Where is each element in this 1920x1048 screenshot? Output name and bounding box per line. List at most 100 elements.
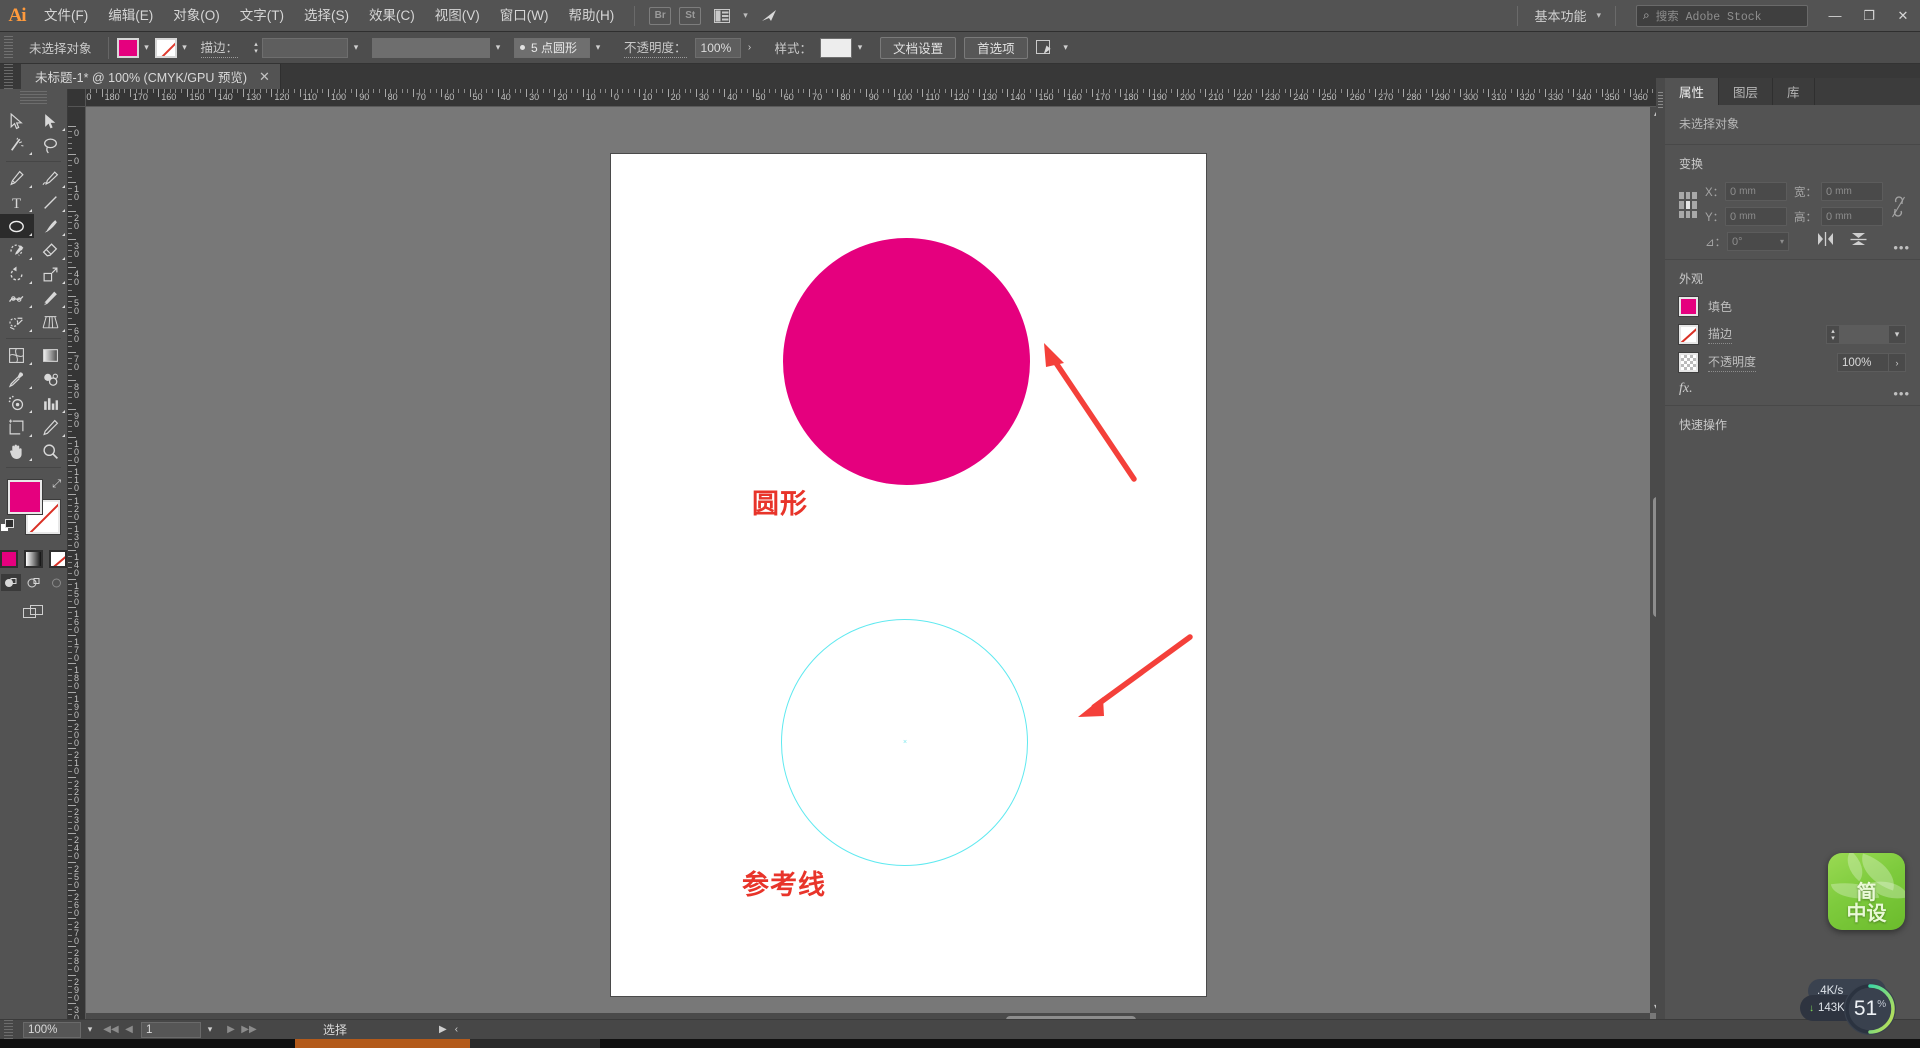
- curvature-tool[interactable]: [34, 166, 68, 190]
- fill-color-swatch[interactable]: [117, 38, 139, 58]
- stroke-dash-field[interactable]: [372, 38, 490, 58]
- artboard-chevron-down-icon[interactable]: ▾: [201, 1022, 219, 1038]
- blend-tool[interactable]: [34, 367, 68, 391]
- canvas-area[interactable]: 圆形 × 参考线 ▴ ▾ ◂ ▸: [86, 107, 1664, 1027]
- y-input[interactable]: 0 mm: [1725, 207, 1787, 226]
- direct-selection-tool[interactable]: [34, 109, 68, 133]
- illustrator-home-icon[interactable]: [756, 5, 782, 27]
- stroke-weight-field[interactable]: [262, 38, 348, 58]
- menu-view[interactable]: 视图(V): [425, 0, 490, 32]
- perspective-grid-tool[interactable]: [34, 310, 68, 334]
- taskbar-item-secondary[interactable]: [470, 1039, 600, 1048]
- tab-layers[interactable]: 图层: [1719, 78, 1773, 105]
- green-app-icon[interactable]: 简 中设: [1828, 853, 1905, 930]
- appearance-fx-button[interactable]: fx.: [1679, 381, 1906, 397]
- gradient-swatch-button[interactable]: [24, 550, 42, 568]
- flip-vertical-icon[interactable]: [1850, 232, 1867, 251]
- shape-builder-tool[interactable]: [0, 310, 34, 334]
- menu-type[interactable]: 文字(T): [230, 0, 294, 32]
- appearance-stroke-swatch[interactable]: [1679, 325, 1698, 344]
- arrange-documents-icon[interactable]: [709, 5, 735, 27]
- line-segment-tool[interactable]: [34, 190, 68, 214]
- cpu-gauge[interactable]: 51 %: [1844, 983, 1896, 1035]
- x-input[interactable]: 0 mm: [1725, 182, 1787, 201]
- free-transform-tool[interactable]: [34, 286, 68, 310]
- ruler-origin[interactable]: [68, 89, 86, 107]
- menu-file[interactable]: 文件(F): [34, 0, 98, 32]
- pen-tool[interactable]: [0, 166, 34, 190]
- network-speed-widget[interactable]: .4K/s ↓ 143K/s 51 %: [1800, 981, 1892, 1025]
- appearance-opacity-swatch[interactable]: [1679, 353, 1698, 372]
- bridge-icon[interactable]: Br: [649, 7, 671, 25]
- draw-inside-mode[interactable]: [47, 574, 67, 591]
- menu-help[interactable]: 帮助(H): [558, 0, 624, 32]
- arrange-chevron-down-icon[interactable]: ▾: [739, 10, 752, 21]
- tab-libraries[interactable]: 库: [1773, 78, 1815, 105]
- stroke-weight-stepper[interactable]: ▴▾: [250, 38, 262, 58]
- zoom-tool[interactable]: [34, 439, 68, 463]
- symbol-sprayer-tool[interactable]: [0, 391, 34, 415]
- default-fill-stroke-icon[interactable]: [0, 518, 17, 540]
- appearance-opacity-label[interactable]: 不透明度: [1708, 353, 1756, 372]
- select-similar-icon[interactable]: [1036, 38, 1058, 58]
- zoom-chevron-down-icon[interactable]: ▾: [81, 1022, 99, 1038]
- workspace-chevron-down-icon[interactable]: ▾: [1592, 10, 1605, 21]
- window-restore-button[interactable]: ❐: [1852, 0, 1886, 32]
- stroke-color-swatch[interactable]: [155, 38, 177, 58]
- rotate-tool[interactable]: [0, 262, 34, 286]
- opacity-expand-icon[interactable]: ›: [741, 38, 759, 58]
- constrain-proportions-icon[interactable]: [1891, 196, 1906, 222]
- flip-horizontal-icon[interactable]: [1817, 232, 1834, 251]
- tools-panel-grip[interactable]: [20, 91, 47, 105]
- appearance-opacity-value[interactable]: 100%: [1837, 353, 1889, 372]
- angle-input[interactable]: 0° ▾: [1727, 232, 1789, 251]
- artboard-prev-button[interactable]: ◀: [121, 1022, 137, 1038]
- close-icon[interactable]: ✕: [259, 69, 270, 85]
- gradient-tool[interactable]: [34, 343, 68, 367]
- magic-wand-tool[interactable]: [0, 133, 34, 157]
- style-swatch[interactable]: [820, 38, 852, 58]
- draw-behind-mode[interactable]: [24, 574, 44, 591]
- status-collapse-icon[interactable]: ‹: [455, 1024, 458, 1035]
- w-input[interactable]: 0 mm: [1821, 182, 1883, 201]
- menu-window[interactable]: 窗口(W): [490, 0, 559, 32]
- menu-select[interactable]: 选择(S): [294, 0, 359, 32]
- tab-properties[interactable]: 属性: [1665, 78, 1719, 105]
- artboard-last-button[interactable]: ▶▶: [241, 1022, 257, 1038]
- document-tab[interactable]: 未标题-1* @ 100% (CMYK/GPU 预览) ✕: [21, 64, 281, 89]
- stroke-weight-chevron-down-icon-panel[interactable]: ▾: [1889, 325, 1906, 344]
- stock-icon[interactable]: St: [679, 7, 701, 25]
- width-tool[interactable]: [0, 286, 34, 310]
- color-swatch-button[interactable]: [0, 550, 18, 568]
- menu-effect[interactable]: 效果(C): [359, 0, 425, 32]
- filled-circle[interactable]: [783, 238, 1030, 485]
- stroke-weight-stepper-panel[interactable]: ▴▾: [1826, 325, 1839, 344]
- stroke-dash-chevron-down-icon[interactable]: ▾: [490, 38, 506, 58]
- horizontal-ruler[interactable]: 1901801701601501401301201101009080706050…: [86, 89, 1664, 107]
- style-chevron-down-icon[interactable]: ▾: [852, 38, 868, 58]
- transform-more-options[interactable]: •••: [1893, 240, 1910, 255]
- selection-tool[interactable]: [0, 109, 34, 133]
- vertical-ruler[interactable]: 0010203040506070809010011012013014015016…: [68, 107, 86, 1027]
- eraser-tool[interactable]: [34, 238, 68, 262]
- paintbrush-tool[interactable]: [34, 214, 68, 238]
- window-close-button[interactable]: ✕: [1886, 0, 1920, 32]
- document-setup-button[interactable]: 文档设置: [880, 37, 956, 59]
- scale-tool[interactable]: [34, 262, 68, 286]
- artboard-number-field[interactable]: 1: [141, 1022, 201, 1038]
- menu-edit[interactable]: 编辑(E): [98, 0, 163, 32]
- stroke-weight-label[interactable]: 描边：: [201, 37, 239, 58]
- shaper-tool[interactable]: [0, 238, 34, 262]
- stroke-weight-field-panel[interactable]: [1839, 325, 1889, 344]
- draw-normal-mode[interactable]: [1, 574, 21, 591]
- stroke-profile-chevron-down-icon[interactable]: ▾: [590, 38, 606, 58]
- stroke-chevron-down-icon[interactable]: ▾: [177, 38, 193, 58]
- appearance-opacity-expand-icon[interactable]: ›: [1889, 353, 1906, 372]
- toolbar-fill-swatch[interactable]: [8, 480, 42, 514]
- column-graph-tool[interactable]: [34, 391, 68, 415]
- artboard-next-button[interactable]: ▶: [223, 1022, 239, 1038]
- change-screen-mode-icon[interactable]: [0, 603, 67, 621]
- appearance-fill-swatch[interactable]: [1679, 297, 1698, 316]
- appearance-stroke-label[interactable]: 描边: [1708, 325, 1732, 344]
- eyedropper-tool[interactable]: [0, 367, 34, 391]
